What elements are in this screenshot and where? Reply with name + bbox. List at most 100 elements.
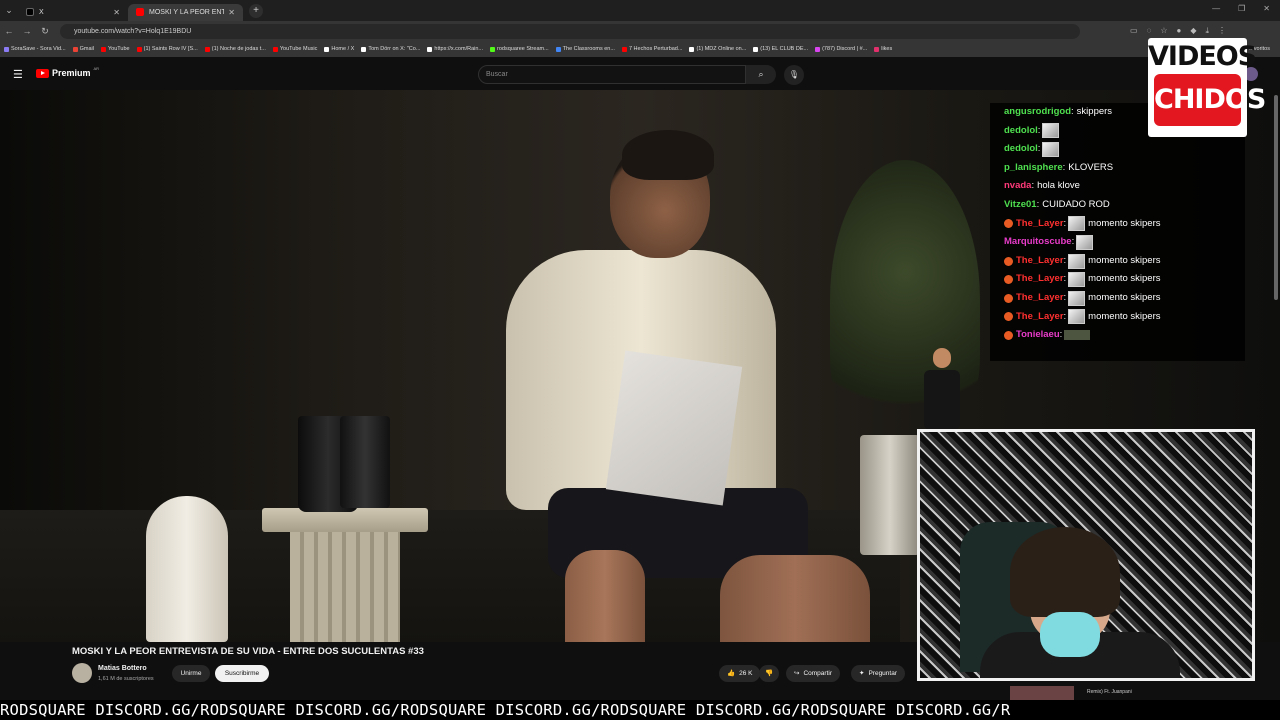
chat-emote-icon	[1042, 141, 1060, 157]
hamburger-menu-icon[interactable]: ☰	[13, 68, 23, 81]
video-person-leg	[565, 550, 645, 642]
like-button[interactable]: 👍 26 K	[719, 665, 761, 682]
video-pillar	[290, 532, 400, 642]
share-icon: ↪	[794, 670, 800, 677]
bookmark-item[interactable]: Home / X	[324, 46, 354, 52]
bookmark-favicon-icon	[753, 46, 759, 52]
maximize-icon[interactable]: ❐	[1238, 4, 1245, 13]
bookmark-item[interactable]: YouTube	[101, 46, 130, 52]
sparkle-icon: ✦	[859, 670, 865, 677]
bookmark-item[interactable]: The Classrooms en...	[555, 46, 615, 52]
ask-button[interactable]: ✦ Preguntar	[851, 665, 905, 682]
extension-icons: ▭ ◌ ☆ ● ◆ ⤓ ⋮	[1130, 26, 1226, 36]
streamer-microphone	[1040, 612, 1100, 657]
bookmark-item[interactable]: Tom Dörr on X: "Co...	[361, 46, 420, 52]
bookmark-favicon-icon	[4, 46, 9, 52]
chat-text: skippers	[1076, 106, 1113, 117]
page-scrollbar[interactable]	[1274, 95, 1278, 300]
bookmark-item[interactable]: likes	[874, 46, 892, 52]
bookmark-label: Gmail	[79, 46, 94, 52]
download-icon[interactable]: ⤓	[1206, 26, 1210, 36]
chat-emote-icon	[1068, 253, 1086, 269]
menu-icon[interactable]: ⋮	[1218, 26, 1226, 36]
chat-message: nvada: hola klove	[1004, 177, 1245, 196]
url-field[interactable]: youtube.com/watch?v=Holq1E19BDU	[60, 23, 1080, 39]
channel-name[interactable]: Matias Bottero	[98, 665, 147, 672]
video-cushion	[146, 496, 228, 642]
tab-search-icon[interactable]: ⌄	[0, 5, 18, 16]
chat-emote-icon	[1064, 330, 1091, 341]
microphone-icon[interactable]: 🎙	[784, 65, 804, 85]
puzzle-icon[interactable]: ◆	[1190, 26, 1196, 36]
chat-username: Marquitoscube	[1004, 236, 1072, 248]
chat-separator: :	[1037, 143, 1041, 155]
bookmark-item[interactable]: 7 Hechos Perturbad...	[621, 46, 682, 52]
stream-ticker: RODSQUARE DISCORD.GG/RODSQUARE DISCORD.G…	[0, 700, 1280, 720]
minimize-icon[interactable]: —	[1212, 4, 1220, 13]
video-person-hair	[622, 130, 714, 180]
subscribe-button[interactable]: Suscribirme	[215, 665, 269, 682]
search-input[interactable]: Buscar	[478, 65, 746, 84]
close-tab-icon[interactable]: ✕	[113, 8, 120, 17]
bookmark-label: (1) Noche de jodas t...	[211, 46, 266, 52]
youtube-premium-logo[interactable]: Premium AR	[36, 66, 99, 78]
chat-username: The_Layer	[1016, 291, 1064, 303]
bookmark-favicon-icon	[136, 46, 142, 52]
share-button[interactable]: ↪ Compartir	[786, 665, 840, 682]
join-button[interactable]: Unirme	[172, 665, 210, 682]
bookmark-item[interactable]: YouTube Music	[272, 46, 317, 52]
chat-emote-icon	[1068, 272, 1086, 288]
bookmark-item[interactable]: rodsquaree Stream...	[490, 46, 549, 52]
bookmark-item[interactable]: (1) MDZ Online on...	[689, 46, 746, 52]
forward-icon[interactable]: →	[18, 26, 36, 36]
chat-separator: :	[1037, 124, 1041, 136]
chat-separator: :	[1036, 198, 1040, 210]
chat-username: angusrodrigod	[1004, 106, 1072, 117]
bookmark-favicon-icon	[427, 46, 433, 52]
tab-x[interactable]: X ✕	[18, 4, 128, 21]
bookmark-favicon-icon	[689, 46, 695, 52]
youtube-header: ☰ Premium AR Buscar ⌕ 🎙	[0, 57, 1280, 90]
bookmark-favicon-icon	[874, 46, 880, 52]
chat-emote-icon	[1076, 234, 1094, 250]
new-tab-button[interactable]: +	[249, 3, 263, 18]
reload-icon[interactable]: ↻	[36, 26, 54, 37]
thumbs-up-icon: 👍	[727, 670, 736, 677]
chat-text: momento skipers	[1088, 310, 1161, 322]
tab-youtube-video[interactable]: MOSKI Y LA PEOR ENTREVI ✕	[128, 3, 243, 21]
close-window-icon[interactable]: ✕	[1263, 4, 1270, 13]
star-icon[interactable]: ☆	[1160, 26, 1167, 36]
chat-username: dedolol	[1004, 124, 1038, 136]
bookmark-favicon-icon	[490, 46, 495, 52]
chat-message: Vitze01: CUIDADO ROD	[1004, 196, 1245, 215]
extension-icon[interactable]: ●	[1177, 26, 1182, 36]
bookmark-favicon-icon	[815, 46, 821, 52]
bookmark-item[interactable]: SoraSave - Sora Vid...	[4, 46, 66, 52]
video-pot	[860, 435, 920, 555]
bookmark-item[interactable]: (787) Discord | #...	[815, 46, 867, 52]
cast-icon[interactable]: ▭	[1130, 26, 1138, 36]
bookmark-item[interactable]: https://x.com/Rain...	[427, 46, 483, 52]
eye-off-icon[interactable]: ◌	[1147, 26, 1152, 36]
bookmark-label: SoraSave - Sora Vid...	[11, 46, 66, 52]
dislike-button[interactable]: 👎	[759, 665, 780, 682]
chat-username: The_Layer	[1016, 254, 1064, 266]
close-tab-icon[interactable]: ✕	[228, 8, 235, 17]
chat-text: momento skipers	[1088, 291, 1161, 303]
chat-message: The_Layer: momento skipers	[1004, 270, 1245, 289]
chat-message: p_lanisphere: KLOVERS	[1004, 159, 1245, 178]
bookmark-item[interactable]: (1) Noche de jodas t...	[204, 46, 266, 52]
bookmark-item[interactable]: (1) Saints Row IV [S...	[136, 46, 198, 52]
chat-message: The_Layer: momento skipers	[1004, 289, 1245, 308]
suggested-video-thumbnail[interactable]	[1010, 686, 1074, 700]
search-icon[interactable]: ⌕	[746, 65, 776, 84]
bookmark-label: (787) Discord | #...	[822, 46, 868, 52]
bookmark-item[interactable]: (13) EL CLUB DE...	[753, 46, 808, 52]
channel-avatar[interactable]	[72, 663, 92, 683]
suggested-video-title[interactable]: Remix) Ft. Juanpani	[1087, 689, 1132, 695]
back-icon[interactable]: ←	[0, 26, 18, 36]
chat-badge-icon	[1004, 219, 1013, 229]
chat-separator: :	[1071, 236, 1075, 248]
chat-text: CUIDADO ROD	[1042, 198, 1110, 210]
bookmark-item[interactable]: Gmail	[72, 46, 94, 52]
